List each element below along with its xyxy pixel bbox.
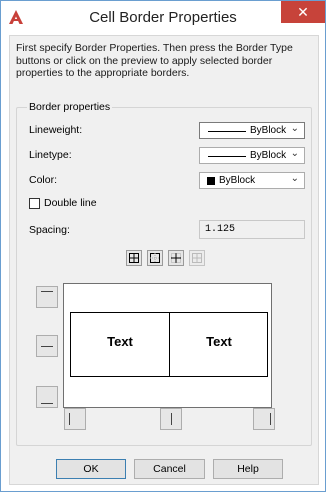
outside-borders-button[interactable] <box>147 250 163 266</box>
spacing-input[interactable]: 1.125 <box>199 220 305 239</box>
spacing-label: Spacing: <box>29 224 70 236</box>
no-borders-button[interactable] <box>189 250 205 266</box>
no-borders-icon <box>192 253 202 263</box>
top-border-button[interactable] <box>36 286 58 308</box>
lineweight-select[interactable]: ByBlock ⌄ <box>199 122 305 139</box>
double-line-label[interactable]: Double line <box>44 197 97 209</box>
bottom-border-icon <box>41 403 53 404</box>
right-border-icon <box>270 413 271 425</box>
cancel-button[interactable]: Cancel <box>134 459 205 479</box>
preview-cell-text: Text <box>206 334 232 349</box>
double-line-checkbox[interactable] <box>29 198 40 209</box>
chevron-down-icon: ⌄ <box>290 173 299 184</box>
close-button[interactable]: ✕ <box>281 1 325 23</box>
right-border-button[interactable] <box>253 408 275 430</box>
color-value: ByBlock <box>219 175 256 186</box>
inside-horizontal-border-button[interactable] <box>36 335 58 357</box>
outside-borders-icon <box>150 253 160 263</box>
left-border-button[interactable] <box>64 408 86 430</box>
line-sample <box>208 131 246 132</box>
chevron-down-icon: ⌄ <box>290 148 299 159</box>
all-borders-button[interactable] <box>126 250 142 266</box>
inside-vertical-border-button[interactable] <box>160 408 182 430</box>
instructions-text: First specify Border Properties. Then pr… <box>16 42 293 79</box>
preview-cell-text: Text <box>107 334 133 349</box>
title-bar[interactable]: Cell Border Properties ✕ <box>1 1 325 35</box>
linetype-label: Linetype: <box>29 149 72 161</box>
inside-borders-icon <box>171 253 181 263</box>
color-swatch <box>207 177 215 185</box>
ok-button[interactable]: OK <box>56 459 126 479</box>
left-border-icon <box>69 413 70 425</box>
group-label: Border properties <box>27 101 113 113</box>
top-border-icon <box>41 291 53 292</box>
linetype-value: ByBlock <box>250 150 287 161</box>
color-select[interactable]: ByBlock ⌄ <box>199 172 305 189</box>
chevron-down-icon: ⌄ <box>290 123 299 134</box>
vertical-border-icon <box>171 413 172 425</box>
linetype-select[interactable]: ByBlock ⌄ <box>199 147 305 164</box>
dialog-window: Cell Border Properties ✕ First specify B… <box>0 0 326 492</box>
window-title: Cell Border Properties <box>89 9 237 26</box>
bottom-border-button[interactable] <box>36 386 58 408</box>
dialog-body: First specify Border Properties. Then pr… <box>9 35 319 485</box>
preview-table: Text Text <box>70 312 268 377</box>
horizontal-border-icon <box>41 346 53 347</box>
color-label: Color: <box>29 174 58 186</box>
help-button[interactable]: Help <box>213 459 283 479</box>
lineweight-label: Lineweight: <box>29 124 83 136</box>
all-borders-icon <box>129 253 139 263</box>
line-sample <box>208 156 246 157</box>
inside-borders-button[interactable] <box>168 250 184 266</box>
lineweight-value: ByBlock <box>250 125 287 136</box>
border-preview[interactable]: Text Text <box>63 283 272 408</box>
